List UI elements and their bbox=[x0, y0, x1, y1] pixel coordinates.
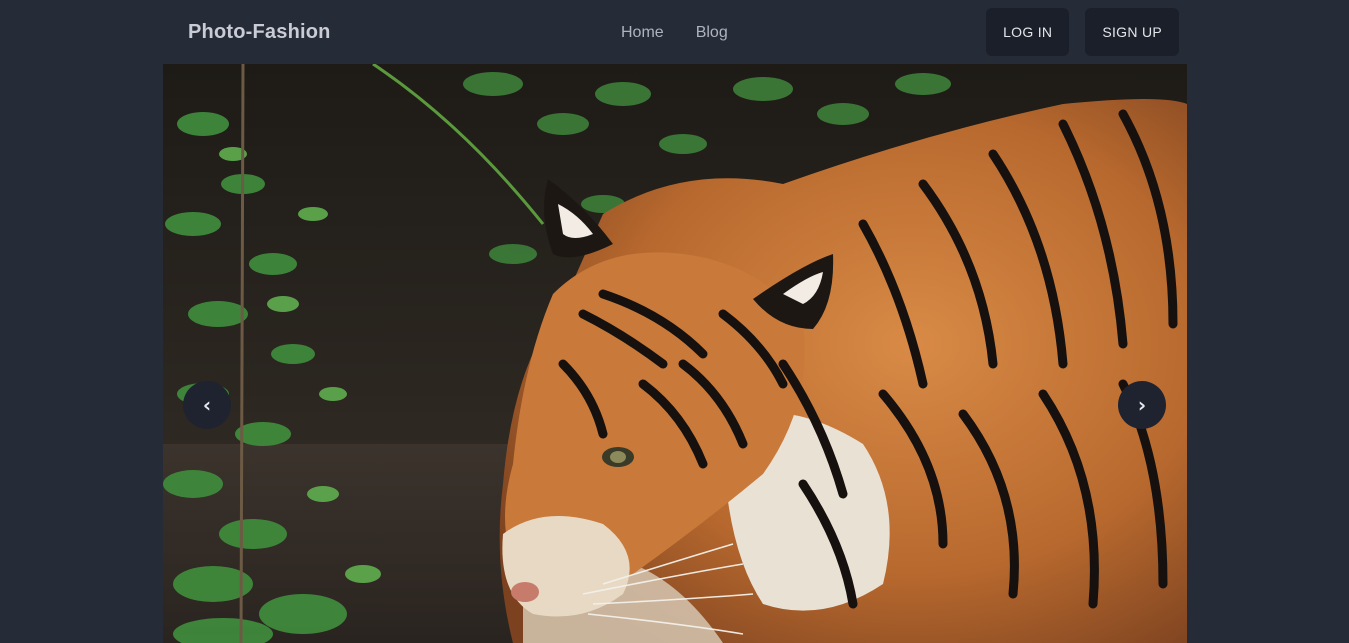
brand-logo[interactable]: Photo-Fashion bbox=[188, 21, 331, 44]
nav-link-blog[interactable]: Blog bbox=[696, 24, 728, 42]
image-carousel: ‹ › bbox=[163, 64, 1187, 643]
navbar: Photo-Fashion Home Blog LOG IN SIGN UP bbox=[163, 0, 1187, 64]
login-button[interactable]: LOG IN bbox=[986, 8, 1070, 56]
carousel-prev-button[interactable]: ‹ bbox=[183, 381, 231, 429]
auth-buttons: LOG IN SIGN UP bbox=[986, 8, 1179, 56]
carousel-next-button[interactable]: › bbox=[1118, 381, 1166, 429]
signup-button[interactable]: SIGN UP bbox=[1085, 8, 1179, 56]
nav-link-home[interactable]: Home bbox=[621, 24, 664, 42]
carousel-slide-image bbox=[163, 64, 1187, 643]
nav-links: Home Blog bbox=[621, 24, 728, 42]
